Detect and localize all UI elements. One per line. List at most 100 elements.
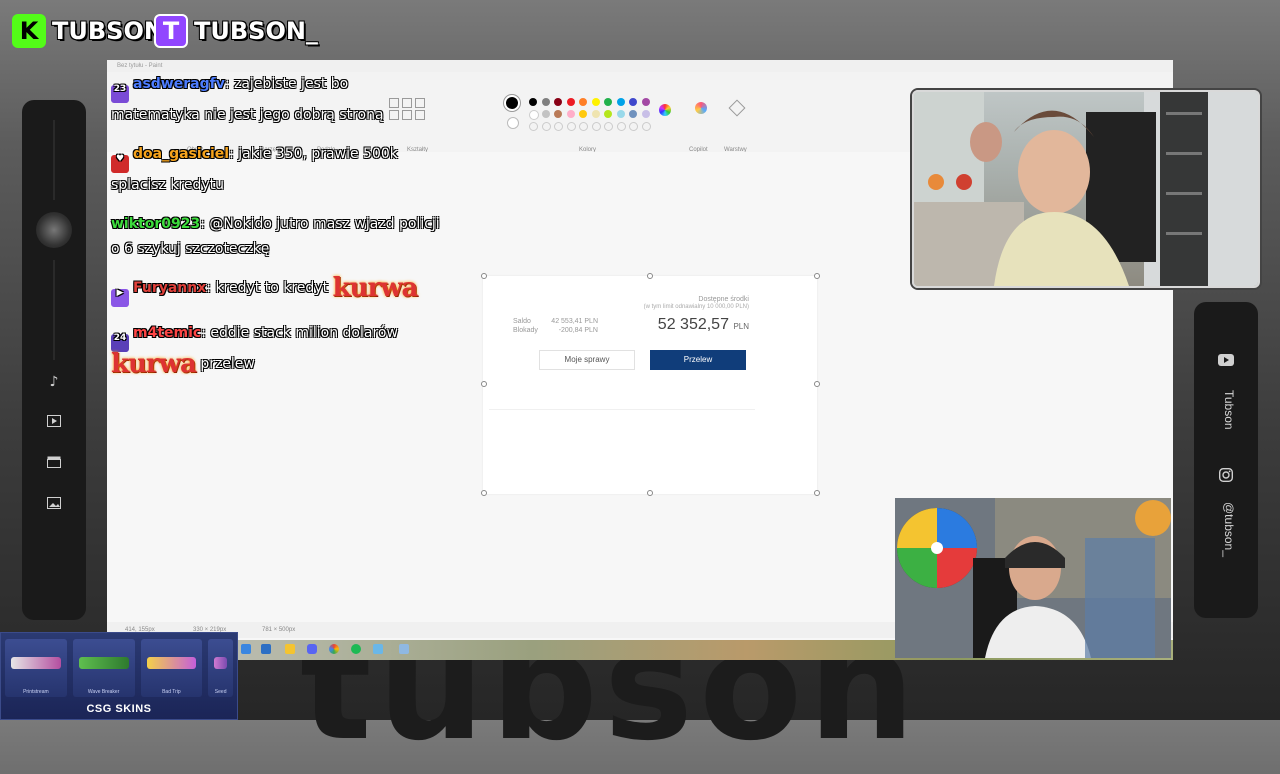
saldo-label: Saldo — [513, 318, 531, 325]
skin-card[interactable]: Bad Trip — [140, 639, 203, 697]
chat-emote: kurwa — [332, 273, 419, 303]
resize-handle[interactable] — [814, 490, 820, 496]
webcam-secondary-scene — [895, 498, 1171, 658]
youtube-icon[interactable] — [1214, 354, 1238, 374]
color-swatch[interactable] — [554, 98, 562, 106]
custom-color-slot[interactable] — [629, 122, 638, 131]
custom-color-slot[interactable] — [566, 122, 576, 131]
rifle-icon — [146, 657, 197, 669]
chat-message: 24 m4temic: eddie stack milion dolarów kur… — [111, 325, 398, 379]
rifle-icon — [214, 657, 227, 669]
play-icon[interactable] — [42, 413, 66, 433]
saldo-value: 42 553,41 PLN — [551, 318, 598, 325]
color-swatch[interactable] — [541, 98, 550, 106]
rifle-icon — [78, 657, 129, 669]
resize-handle[interactable] — [481, 381, 487, 387]
chat-username: wiktor0923 — [111, 216, 201, 232]
color-swatch[interactable] — [604, 110, 612, 118]
resize-handle[interactable] — [814, 381, 820, 387]
paint-canvas[interactable]: Saldo Blokady 42 553,41 PLN -200,84 PLN … — [483, 276, 817, 494]
custom-color-slot[interactable] — [529, 122, 538, 131]
color-swatch[interactable] — [629, 98, 637, 106]
chat-message: wiktor0923: @Nokido jutro masz wjazd pol… — [111, 216, 440, 257]
channel-logo-icon — [36, 212, 72, 248]
color-swatch[interactable] — [566, 98, 575, 106]
custom-color-slot[interactable] — [591, 122, 601, 131]
color-swatch[interactable] — [554, 110, 562, 118]
chat-username: Furyannx — [133, 280, 207, 296]
custom-color-slot[interactable] — [554, 122, 563, 131]
instagram-icon[interactable] — [1214, 467, 1238, 488]
pasted-bank-screenshot: Saldo Blokady 42 553,41 PLN -200,84 PLN … — [483, 276, 817, 494]
custom-color-slot[interactable] — [641, 122, 651, 131]
csgoskins-sponsor-banner[interactable]: Printstream Wave Breaker Bad Trip Seed C… — [0, 632, 238, 720]
color-swatch[interactable] — [616, 110, 625, 118]
chat-text: przelew — [200, 356, 255, 372]
discord-icon[interactable] — [307, 644, 317, 654]
chat-text: eddie stack milion dolarów — [210, 325, 398, 341]
przelew-button[interactable]: Przelew — [650, 350, 746, 370]
resize-handle[interactable] — [481, 273, 487, 279]
color-swatch[interactable] — [629, 110, 637, 118]
skin-name: Printstream — [23, 689, 49, 695]
music-note-icon[interactable]: ♪ — [42, 372, 66, 392]
custom-color-slot[interactable] — [616, 122, 626, 131]
secondary-color-swatch[interactable] — [507, 117, 519, 129]
chat-text: kredyt to kredyt — [215, 280, 329, 296]
chat-overlay: 23 asdweragfv: zajebiste jest bo matematy… — [111, 72, 441, 391]
chat-message: ♥ doa_gasiciel: jakie 350, prawie 500k sp… — [111, 146, 398, 193]
webcam-secondary — [895, 498, 1171, 658]
chat-message: ▶ Furyannx: kredyt to kredyt kurwa — [111, 273, 441, 307]
spotify-icon[interactable] — [351, 644, 361, 654]
color-swatch[interactable] — [616, 98, 625, 106]
folder-icon[interactable] — [285, 644, 295, 654]
custom-color-slot[interactable] — [604, 122, 613, 131]
layers-icon[interactable] — [728, 99, 746, 117]
custom-color-slot[interactable] — [541, 122, 551, 131]
taskbar-app-icon[interactable] — [373, 644, 383, 654]
chat-username: m4temic — [133, 325, 202, 341]
color-swatch[interactable] — [541, 110, 550, 118]
skin-card[interactable]: Wave Breaker — [72, 639, 135, 697]
custom-color-slot[interactable] — [579, 122, 588, 131]
skin-card[interactable]: Seed — [208, 639, 233, 697]
taskbar-app-icon[interactable] — [399, 644, 409, 654]
color-swatch[interactable] — [591, 110, 600, 118]
skin-name: Bad Trip — [162, 689, 181, 695]
sponsor-name: CSG SKINS — [86, 703, 152, 715]
resize-handle[interactable] — [647, 273, 653, 279]
color-swatch[interactable] — [566, 110, 575, 118]
prime-badge-icon: ▶ — [111, 289, 129, 307]
resize-handle[interactable] — [647, 490, 653, 496]
canvas-size: 781 × 500px — [262, 627, 296, 633]
color-swatch[interactable] — [641, 98, 650, 106]
taskbar-app-icon[interactable] — [241, 644, 251, 654]
taskbar-app-icon[interactable] — [261, 644, 271, 654]
heart-badge-icon: ♥ — [111, 155, 129, 173]
copilot-icon[interactable] — [695, 102, 707, 114]
available-amount: 52 352,57 PLN — [657, 316, 749, 333]
clapperboard-icon[interactable] — [42, 454, 66, 474]
color-swatch[interactable] — [641, 110, 650, 118]
right-rail: Tubson @tubson_ — [1194, 302, 1258, 618]
available-note: (w tym limit odnawialny 10 000,00 PLN) — [643, 304, 749, 310]
color-swatch[interactable] — [579, 98, 587, 106]
chrome-icon[interactable] — [329, 644, 339, 654]
color-swatch[interactable] — [604, 98, 612, 106]
edit-colors-icon[interactable] — [659, 104, 671, 116]
primary-color-swatch[interactable] — [506, 97, 518, 109]
image-icon[interactable] — [42, 495, 66, 515]
color-swatch[interactable] — [579, 110, 587, 118]
chat-emote: kurwa — [111, 349, 197, 379]
moje-sprawy-button[interactable]: Moje sprawy — [539, 350, 635, 370]
color-swatch[interactable] — [591, 98, 600, 106]
chat-username: asdweragfv — [133, 76, 225, 92]
kick-channel-name: TUBSON — [52, 17, 164, 45]
resize-handle[interactable] — [814, 273, 820, 279]
color-swatch[interactable] — [529, 98, 537, 106]
bank-divider — [489, 409, 755, 410]
color-swatch[interactable] — [529, 110, 539, 120]
skin-card[interactable]: Printstream — [5, 639, 67, 697]
instagram-handle: @tubson_ — [1222, 502, 1236, 557]
resize-handle[interactable] — [481, 490, 487, 496]
